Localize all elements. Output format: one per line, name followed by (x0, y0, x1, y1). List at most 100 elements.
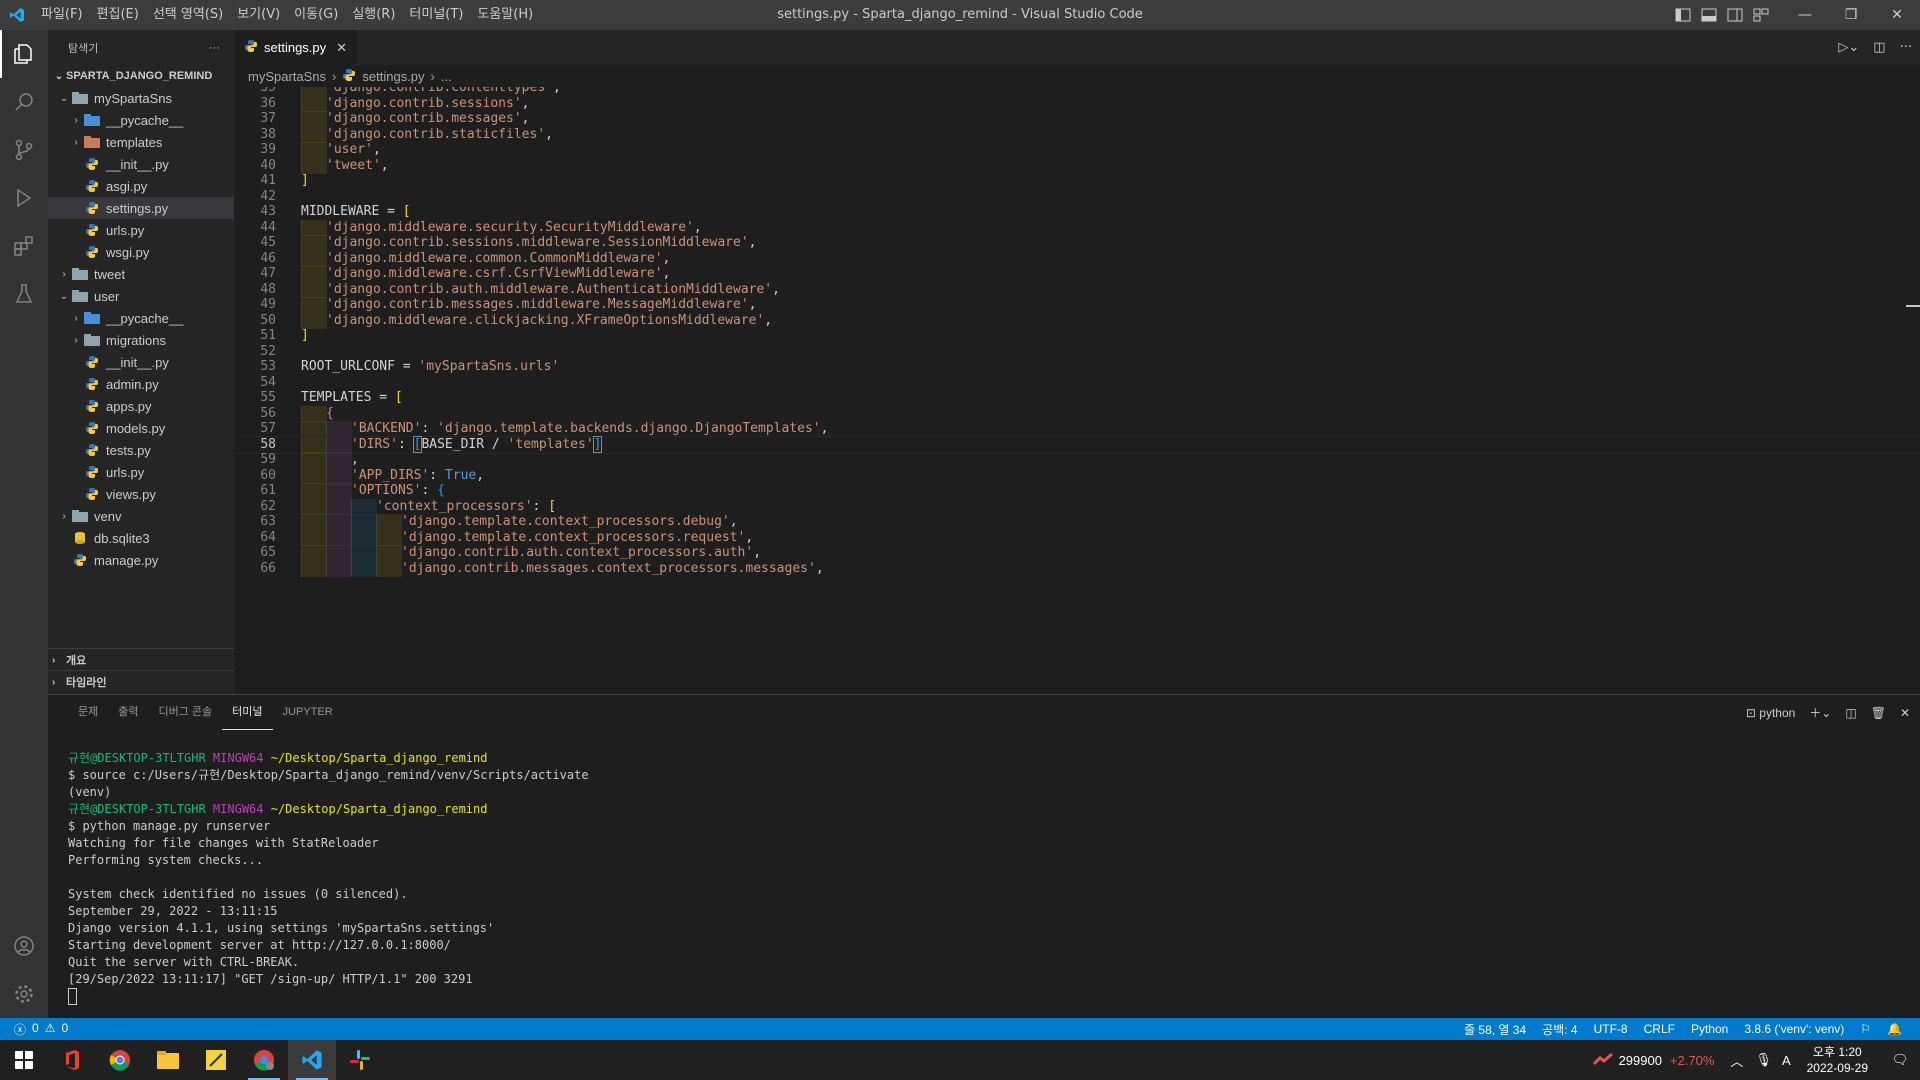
code-line[interactable]: 63 'django.template.context_processors.de… (234, 514, 1920, 530)
search-icon[interactable] (0, 78, 48, 126)
code-line[interactable]: 41] (234, 173, 1920, 189)
line-ending[interactable]: CRLF (1636, 1022, 1683, 1036)
explorer-icon[interactable] (0, 30, 48, 78)
code-line[interactable]: 39 'user', (234, 142, 1920, 158)
code-line[interactable]: 44 'django.middleware.security.SecurityMi… (234, 219, 1920, 236)
encoding[interactable]: UTF-8 (1586, 1022, 1636, 1036)
tree-item[interactable]: › templates (48, 131, 234, 153)
menu-item[interactable]: 파일(F) (34, 0, 90, 30)
panel-tab[interactable]: 디버그 콘솔 (149, 696, 223, 729)
workspace-root[interactable]: ⌄ SPARTA_DJANGO_REMIND (48, 65, 234, 87)
stock-change[interactable]: +2.70% (1670, 1053, 1714, 1068)
code-line[interactable]: 42 (234, 189, 1920, 205)
run-debug-icon[interactable] (0, 174, 48, 222)
notifications-bell-icon[interactable]: 🔔 (1879, 1022, 1910, 1036)
menu-item[interactable]: 선택 영역(S) (146, 0, 230, 30)
restore-icon[interactable]: ❐ (1828, 0, 1874, 30)
code-line[interactable]: 64 'django.template.context_processors.re… (234, 529, 1920, 546)
close-tab-icon[interactable]: ✕ (336, 40, 347, 56)
code-line[interactable]: 59, (234, 452, 1920, 468)
chrome-icon[interactable] (96, 1040, 144, 1080)
panel-tab[interactable]: 출력 (108, 696, 148, 729)
tree-item[interactable]: › __pycache__ (48, 109, 234, 131)
tree-item[interactable]: ⌄ user (48, 285, 234, 307)
tree-item[interactable]: › migrations (48, 329, 234, 351)
toggle-secondary-sidebar-icon[interactable] (1722, 0, 1748, 30)
office-icon[interactable] (48, 1040, 96, 1080)
sticky-notes-icon[interactable] (192, 1040, 240, 1080)
code-line[interactable]: 40 'tweet', (234, 157, 1920, 174)
tree-item[interactable]: models.py (48, 417, 234, 439)
menu-item[interactable]: 실행(R) (345, 0, 402, 30)
show-hidden-icons-icon[interactable]: ︿ (1730, 1051, 1743, 1070)
code-line[interactable]: 58 'DIRS': [BASE_DIR / 'templates'] (234, 435, 1920, 454)
code-line[interactable]: 52 (234, 344, 1920, 360)
split-terminal-icon[interactable]: ◫ (1845, 706, 1856, 720)
code-line[interactable]: 45 'django.contrib.sessions.middleware.Se… (234, 235, 1920, 251)
new-terminal-icon[interactable]: ＋⌄ (1809, 704, 1831, 721)
terminal-output[interactable]: 규현@DESKTOP-3TLTGHR MINGW64 ~/Desktop/Spa… (68, 733, 589, 1005)
panel-tab[interactable]: 문제 (68, 696, 108, 729)
code-line[interactable]: 57 'BACKEND': 'django.template.backends.d… (234, 421, 1920, 437)
code-line[interactable]: 43 MIDDLEWARE = [ (234, 204, 1920, 220)
tree-item[interactable]: apps.py (48, 395, 234, 417)
tree-item[interactable]: __init__.py (48, 351, 234, 373)
kill-terminal-icon[interactable]: 🗑 (1871, 706, 1886, 720)
minimize-icon[interactable]: — (1782, 0, 1828, 30)
clock[interactable]: 오후 1:20 2022-09-29 (1807, 1044, 1868, 1076)
close-icon[interactable]: ✕ (1874, 0, 1920, 30)
breadcrumb-item[interactable]: ... (441, 69, 452, 84)
code-line[interactable]: 62 'context_processors': [ (234, 498, 1920, 515)
python-interpreter[interactable]: 3.8.6 ('venv': venv) (1736, 1022, 1852, 1036)
outline-section[interactable]: › 개요 (48, 648, 234, 671)
code-line[interactable]: 37 'django.contrib.messages', (234, 111, 1920, 127)
tree-item[interactable]: db.sqlite3 (48, 527, 234, 549)
code-line[interactable]: 36 'django.contrib.sessions', (234, 95, 1920, 112)
run-python-file-icon[interactable]: ▷⌄ (1838, 40, 1859, 55)
menu-item[interactable]: 이동(G) (287, 0, 345, 30)
tree-item[interactable]: settings.py (48, 197, 234, 219)
more-actions-icon[interactable]: ··· (1900, 40, 1912, 55)
tab-settings-py[interactable]: settings.py ✕ (234, 30, 358, 65)
terminal-profile[interactable]: ⊡ python (1746, 706, 1795, 720)
tree-item[interactable]: ⌄ mySpartaSns (48, 87, 234, 109)
chrome-profile-icon[interactable] (240, 1040, 288, 1080)
tree-item[interactable]: manage.py (48, 549, 234, 571)
tree-item[interactable]: admin.py (48, 373, 234, 395)
code-line[interactable]: 38 'django.contrib.staticfiles', (234, 126, 1920, 143)
code-editor[interactable]: 35'django.contrib.contenttypes', 36'djang… (234, 87, 1920, 694)
code-line[interactable]: 66 'django.contrib.messages.context_proce… (234, 560, 1920, 577)
toggle-primary-sidebar-icon[interactable] (1670, 0, 1696, 30)
menu-item[interactable]: 도움말(H) (470, 0, 540, 30)
vscode-taskbar-icon[interactable] (288, 1040, 336, 1080)
language-mode[interactable]: Python (1683, 1022, 1736, 1036)
problems-status[interactable]: ⓧ 0 ⚠ 0 (0, 1021, 68, 1038)
testing-flask-icon[interactable] (0, 270, 48, 318)
microphone-icon[interactable]: 🎙 (1755, 1052, 1772, 1068)
menu-item[interactable]: 편집(E) (90, 0, 146, 30)
tree-item[interactable]: › tweet (48, 263, 234, 285)
cursor-position[interactable]: 줄 58, 열 34 (1456, 1021, 1534, 1038)
code-line[interactable]: 60 'APP_DIRS': True, (234, 467, 1920, 484)
split-editor-icon[interactable]: ◫ (1873, 40, 1885, 55)
file-explorer-icon[interactable] (144, 1040, 192, 1080)
breadcrumb-item[interactable]: settings.py (362, 69, 424, 84)
slack-icon[interactable] (336, 1040, 384, 1080)
breadcrumb-item[interactable]: mySpartaSns (248, 69, 326, 84)
code-line[interactable]: 54 (234, 375, 1920, 391)
code-line[interactable]: 56 { (234, 405, 1920, 422)
ime-indicator[interactable]: A (1782, 1053, 1791, 1068)
tree-item[interactable]: wsgi.py (48, 241, 234, 263)
code-line[interactable]: 47 'django.middleware.csrf.CsrfViewMiddle… (234, 266, 1920, 282)
code-line[interactable]: 55 TEMPLATES = [ (234, 390, 1920, 406)
accounts-icon[interactable] (0, 922, 48, 970)
menu-item[interactable]: 터미널(T) (402, 0, 470, 30)
panel-tab[interactable]: 터미널 (222, 696, 273, 730)
notification-center-icon[interactable]: 🗨 (1880, 1052, 1920, 1068)
feedback-icon[interactable]: ⚐ (1852, 1022, 1879, 1036)
customize-layout-icon[interactable] (1748, 0, 1774, 30)
code-line[interactable]: 49 'django.contrib.messages.middleware.Me… (234, 297, 1920, 313)
code-line[interactable]: 48 'django.contrib.auth.middleware.Authen… (234, 281, 1920, 298)
toggle-panel-icon[interactable] (1696, 0, 1722, 30)
windows-start-icon[interactable] (0, 1040, 48, 1080)
